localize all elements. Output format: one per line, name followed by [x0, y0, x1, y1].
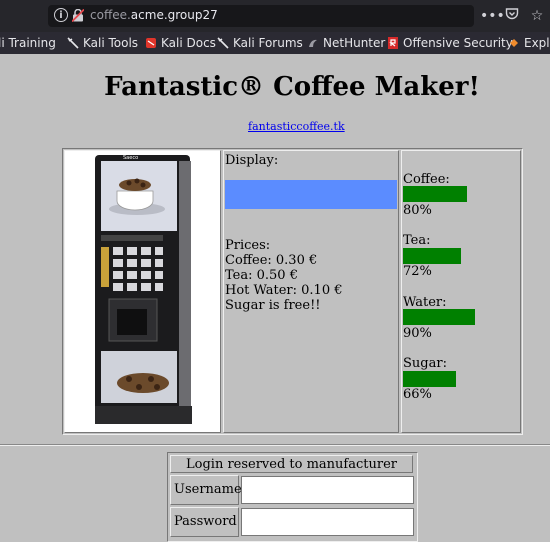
bookmark-label: li Training [0, 36, 56, 50]
level-name: Tea: [403, 233, 431, 248]
login-heading: Login reserved to manufacturer [170, 455, 413, 473]
level-value: 72% [403, 264, 432, 279]
page-title: Fantastic® Coffee Maker! [104, 72, 480, 102]
bookmark-label: Kali Docs [161, 36, 216, 50]
price-hot-water: Hot Water: 0.10 € [225, 283, 343, 298]
bookmark-kali-forums[interactable]: Kali Forums [217, 35, 303, 51]
horizontal-rule [0, 444, 550, 446]
price-sugar: Sugar is free!! [225, 298, 321, 313]
bookmark-label: Offensive Security [403, 36, 513, 50]
url-subdomain: coffee. [90, 8, 131, 22]
display-screen [225, 180, 397, 209]
insecure-lock-icon[interactable] [72, 9, 84, 22]
browser-toolbar: i coffee.acme.group27 ••• ☆ [0, 0, 550, 32]
display-label: Display: [225, 153, 279, 168]
username-label: Username [170, 475, 242, 505]
level-value: 90% [403, 326, 432, 341]
level-bar [403, 371, 456, 387]
page-actions-icon[interactable]: ••• [480, 7, 505, 25]
bookmark-offensive-security[interactable]: Offensive Security [387, 35, 513, 51]
info-icon[interactable]: i [54, 8, 68, 22]
level-name: Coffee: [403, 172, 450, 187]
bookmarks-toolbar: li Training Kali Tools Kali Docs Kali Fo… [0, 32, 550, 54]
offsec-icon [388, 37, 398, 49]
username-input[interactable] [241, 476, 414, 504]
level-bar [403, 248, 461, 264]
exploit-db-icon [510, 39, 518, 47]
machine-image-cell: Saeco [64, 150, 221, 433]
login-form: Login reserved to manufacturer Username … [167, 452, 418, 542]
coffee-machine-image: Saeco [65, 151, 220, 432]
levels-cell: Coffee: 80% Tea: 72% Water: 90% Sugar: 6… [401, 150, 521, 433]
prices-heading: Prices: [225, 238, 271, 253]
level-bar [403, 186, 467, 202]
kali-docs-icon [146, 38, 156, 48]
dragon-icon [217, 37, 229, 49]
bookmark-label: NetHunter [323, 36, 386, 50]
level-value: 80% [403, 203, 432, 218]
bookmark-label: Kali Tools [83, 36, 139, 50]
price-tea: Tea: 0.50 € [225, 268, 298, 283]
password-label: Password [170, 507, 239, 537]
level-bar [403, 309, 475, 325]
bookmark-kali-tools[interactable]: Kali Tools [67, 35, 138, 51]
address-bar[interactable]: i coffee.acme.group27 [48, 5, 474, 27]
svg-text:Saeco: Saeco [123, 155, 138, 161]
nethunter-icon [309, 39, 317, 47]
bookmark-label: Kali Forums [233, 36, 303, 50]
bookmark-kali-training[interactable]: li Training [0, 35, 56, 51]
bookmark-exploit-db[interactable]: Expl [508, 35, 550, 51]
bookmark-nethunter[interactable]: NetHunter [307, 35, 385, 51]
bookmark-kali-docs[interactable]: Kali Docs [145, 35, 216, 51]
bookmark-label: Expl [524, 36, 550, 50]
password-input[interactable] [241, 508, 414, 536]
level-name: Sugar: [403, 356, 447, 371]
site-link[interactable]: fantasticcoffee.tk [248, 120, 345, 133]
display-cell: Display: Prices: Coffee: 0.30 € Tea: 0.5… [223, 150, 399, 433]
pocket-icon[interactable] [505, 7, 519, 25]
level-value: 66% [403, 387, 432, 402]
dragon-icon [67, 37, 79, 49]
price-coffee: Coffee: 0.30 € [225, 253, 318, 268]
coffee-machine-panel: Saeco Display: Prices: Coffee: 0.30 € Te… [62, 148, 523, 435]
url-text[interactable]: coffee.acme.group27 [90, 8, 218, 22]
level-name: Water: [403, 295, 447, 310]
bookmark-star-icon[interactable]: ☆ [530, 7, 544, 25]
url-domain: acme.group27 [130, 8, 218, 22]
